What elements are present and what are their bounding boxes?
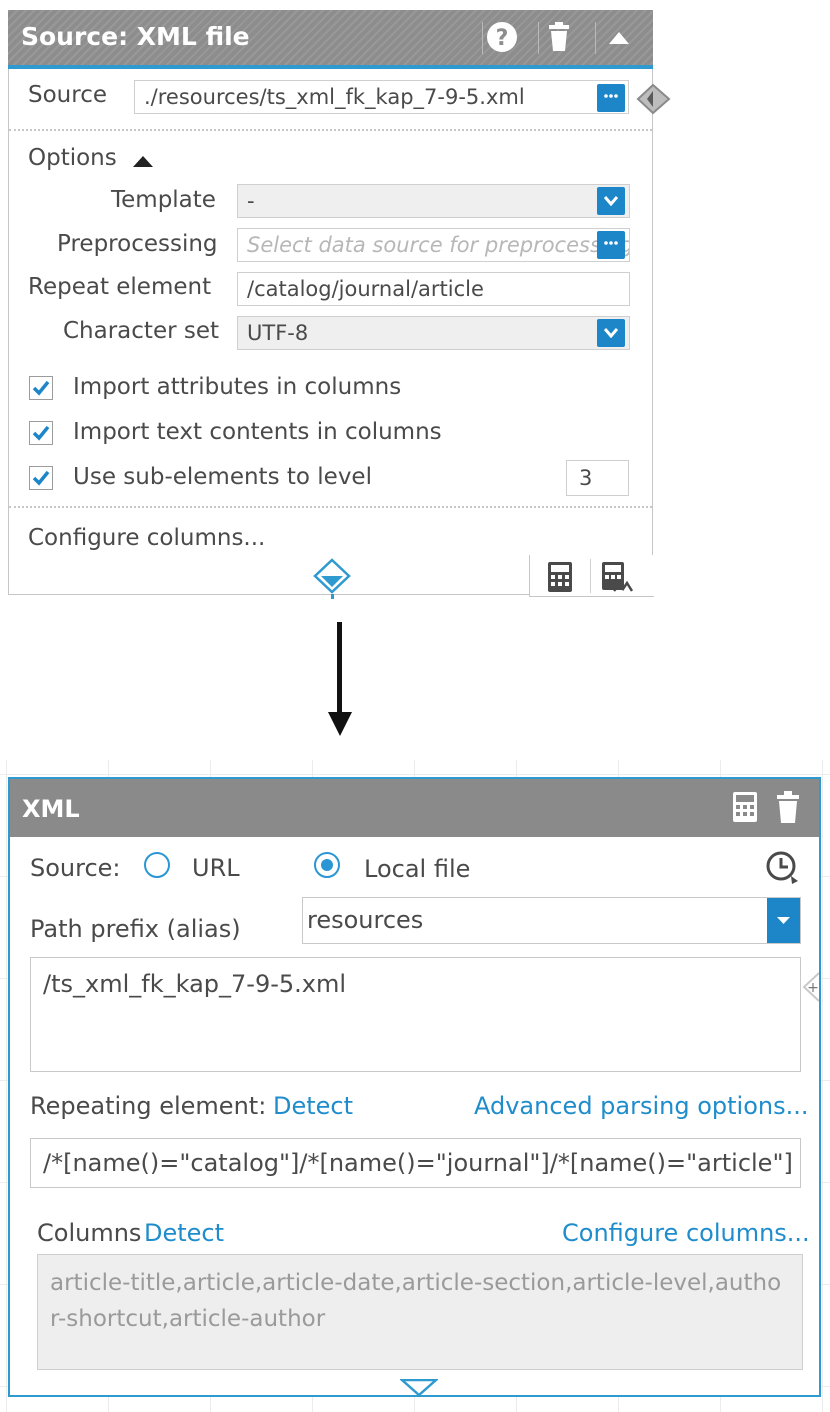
flow-arrow-head (328, 712, 352, 736)
svg-text:?: ? (496, 26, 509, 51)
preprocessing-field[interactable]: Select data source for preprocessing (237, 228, 630, 262)
browse-button[interactable] (597, 84, 625, 112)
panel-header: XML (10, 779, 819, 837)
panel-header: Source: XML file ? (8, 10, 653, 69)
divider (9, 129, 652, 131)
panel-border (8, 594, 530, 595)
calculator-icon[interactable] (732, 791, 758, 827)
file-path-textarea[interactable]: /ts_xml_fk_kap_7-9-5.xml (30, 957, 801, 1072)
repeating-element-label: Repeating element: (30, 1092, 267, 1120)
help-icon[interactable]: ? (485, 20, 519, 54)
configure-columns-link[interactable]: Configure columns... (562, 1219, 810, 1247)
options-toggle[interactable]: Options (28, 145, 117, 171)
svg-text:+: + (807, 980, 819, 996)
level-input[interactable]: 3 (566, 460, 629, 496)
xml-panel: XML Source: URL Local file Path prefix (… (8, 777, 821, 1397)
header-separator (538, 22, 539, 54)
output-connector-icon[interactable] (398, 1378, 440, 1401)
columns-detect-link[interactable]: Detect (144, 1219, 224, 1247)
chevron-down-icon[interactable] (597, 187, 625, 215)
history-clock-icon[interactable] (765, 850, 801, 890)
divider (9, 506, 652, 508)
output-connector-icon[interactable] (312, 558, 352, 608)
input-connector-icon[interactable]: + (802, 972, 820, 1006)
sub-elements-checkbox[interactable] (29, 466, 53, 490)
panel-footer-tab (529, 555, 654, 597)
repeating-element-field[interactable]: /*[name()="catalog"]/*[name()="journal"]… (30, 1138, 801, 1188)
trash-icon[interactable] (542, 20, 576, 54)
preprocessing-label: Preprocessing (57, 231, 218, 257)
local-file-radio-label: Local file (364, 855, 471, 883)
source-label: Source: (30, 854, 121, 882)
url-radio-label: URL (192, 854, 240, 882)
repeating-detect-link[interactable]: Detect (273, 1092, 353, 1120)
calculator-icon[interactable] (546, 561, 574, 597)
panel-title: Source: XML file (21, 22, 250, 51)
connector-diamond-icon[interactable] (636, 83, 672, 119)
trash-icon[interactable] (774, 790, 802, 828)
panel-body: Source ./resources/ts_xml_fk_kap_7-9-5.x… (8, 69, 671, 594)
sub-elements-label: Use sub-elements to level (73, 464, 372, 490)
repeat-element-field[interactable]: /catalog/journal/article (237, 272, 630, 306)
flow-arrow (337, 622, 342, 716)
browse-button[interactable] (597, 231, 625, 259)
path-prefix-label: Path prefix (alias) (30, 915, 241, 943)
source-label: Source (28, 82, 107, 108)
import-text-label: Import text contents in columns (73, 419, 442, 445)
chevron-down-icon[interactable] (767, 898, 800, 943)
import-attributes-checkbox[interactable] (29, 376, 53, 400)
caret-up-icon[interactable] (132, 153, 154, 172)
template-select[interactable]: - (237, 184, 630, 218)
url-radio[interactable] (144, 852, 170, 878)
panel-title: XML (22, 795, 80, 823)
charset-label: Character set (63, 318, 220, 344)
columns-label: Columns (37, 1219, 142, 1247)
repeat-element-label: Repeat element (28, 274, 212, 300)
source-path-field[interactable]: ./resources/ts_xml_fk_kap_7-9-5.xml (134, 80, 629, 114)
header-separator (482, 22, 483, 54)
configure-columns-link[interactable]: Configure columns... (28, 525, 265, 551)
collapse-up-icon[interactable] (602, 20, 636, 54)
import-text-checkbox[interactable] (29, 421, 53, 445)
chevron-down-icon[interactable] (597, 319, 625, 347)
local-file-radio[interactable] (314, 852, 340, 878)
path-prefix-select[interactable]: resources (302, 897, 801, 944)
template-label: Template (111, 187, 216, 213)
header-separator (595, 22, 596, 54)
charset-select[interactable]: UTF-8 (237, 316, 630, 350)
advanced-parsing-link[interactable]: Advanced parsing options... (474, 1092, 809, 1120)
calculator-chart-icon[interactable] (600, 561, 634, 599)
footer-separator (590, 559, 591, 593)
import-attributes-label: Import attributes in columns (73, 374, 402, 400)
columns-textarea[interactable]: article-title,article,article-date,artic… (37, 1254, 803, 1370)
source-xml-panel: Source: XML file ? Source ./resources/ts… (8, 10, 671, 599)
